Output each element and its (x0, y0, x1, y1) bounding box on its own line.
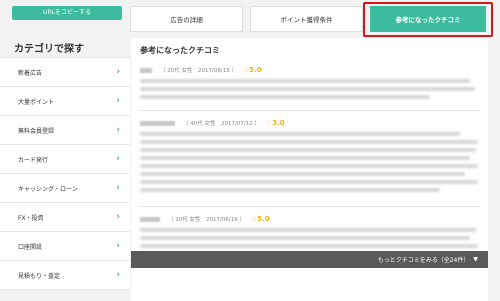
review-rating: ☆5.0 (242, 66, 262, 74)
review-rating: ☆3.0 (265, 119, 285, 127)
category-item-big-points[interactable]: 大量ポイント › (0, 87, 130, 116)
chevron-right-icon: › (116, 96, 120, 106)
divider (140, 110, 480, 111)
review-meta: （ 20代 女性 2017/06/16 ） (168, 217, 245, 223)
category-item-fx[interactable]: FX・投資 › (0, 203, 130, 232)
category-label: FX・投資 (18, 214, 44, 222)
category-title: カテゴリで探す (14, 44, 84, 55)
reviewer-name (140, 120, 175, 126)
chevron-right-icon: › (116, 125, 120, 135)
chevron-right-icon: › (116, 212, 120, 222)
review-item: （ 20代 女性 2017/06/16 ） ☆5.0 (140, 214, 480, 256)
reviews-panel: 参考になったクチコミ （ 20代 女性 2017/08/15 ） ☆5.0 （ … (131, 38, 488, 301)
category-item-account[interactable]: 口座開設 › (0, 232, 130, 261)
category-item-new-ads[interactable]: 新着広告 › (0, 58, 130, 87)
category-item-card[interactable]: カード発行 › (0, 145, 130, 174)
tab-ad-details[interactable]: 広告の詳細 (130, 6, 243, 32)
copy-url-button[interactable]: URLをコピーする (12, 6, 122, 20)
tab-helpful-reviews[interactable]: 参考になったクチコミ (370, 6, 486, 32)
category-label: 大量ポイント (18, 98, 55, 106)
category-label: カード発行 (18, 156, 49, 164)
review-text (140, 132, 480, 192)
category-list: 新着広告 › 大量ポイント › 無料会員登録 › カード発行 › キャッシング・… (0, 57, 130, 290)
review-meta: （ 20代 女性 2017/08/15 ） (160, 68, 237, 74)
category-label: 新着広告 (18, 69, 43, 77)
review-text (140, 79, 480, 99)
chevron-right-icon: › (116, 154, 120, 164)
chevron-right-icon: › (116, 241, 120, 251)
reviewer-name (140, 67, 152, 73)
more-reviews-label: もっとクチコミをみる（全24件） (377, 257, 470, 264)
tab-point-conditions[interactable]: ポイント獲得条件 (250, 6, 363, 32)
reviews-title: 参考になったクチコミ (140, 46, 220, 55)
review-item: （ 40代 女性 2017/07/12 ） ☆3.0 (140, 118, 480, 192)
chevron-down-icon: ▼ (473, 256, 478, 263)
category-item-cashing-loan[interactable]: キャッシング・ローン › (0, 174, 130, 203)
category-label: キャッシング・ローン (18, 185, 78, 193)
review-meta: （ 40代 女性 2017/07/12 ） (183, 121, 260, 127)
category-label: 無料会員登録 (18, 127, 55, 135)
sidebar: URLをコピーする カテゴリで探す 新着広告 › 大量ポイント › 無料会員登録… (0, 0, 130, 301)
category-item-estimate[interactable]: 見積もり・査定 › (0, 261, 130, 290)
chevron-right-icon: › (116, 67, 120, 77)
category-label: 見積もり・査定 (18, 272, 61, 280)
review-rating: ☆5.0 (250, 215, 270, 223)
category-label: 口座開設 (18, 243, 43, 251)
divider (140, 206, 480, 207)
more-reviews-button[interactable]: もっとクチコミをみる（全24件） ▼ (131, 251, 488, 268)
reviewer-name (140, 216, 160, 222)
chevron-right-icon: › (116, 183, 120, 193)
category-item-free-signup[interactable]: 無料会員登録 › (0, 116, 130, 145)
chevron-right-icon: › (116, 270, 120, 280)
review-item: （ 20代 女性 2017/08/15 ） ☆5.0 (140, 65, 480, 99)
